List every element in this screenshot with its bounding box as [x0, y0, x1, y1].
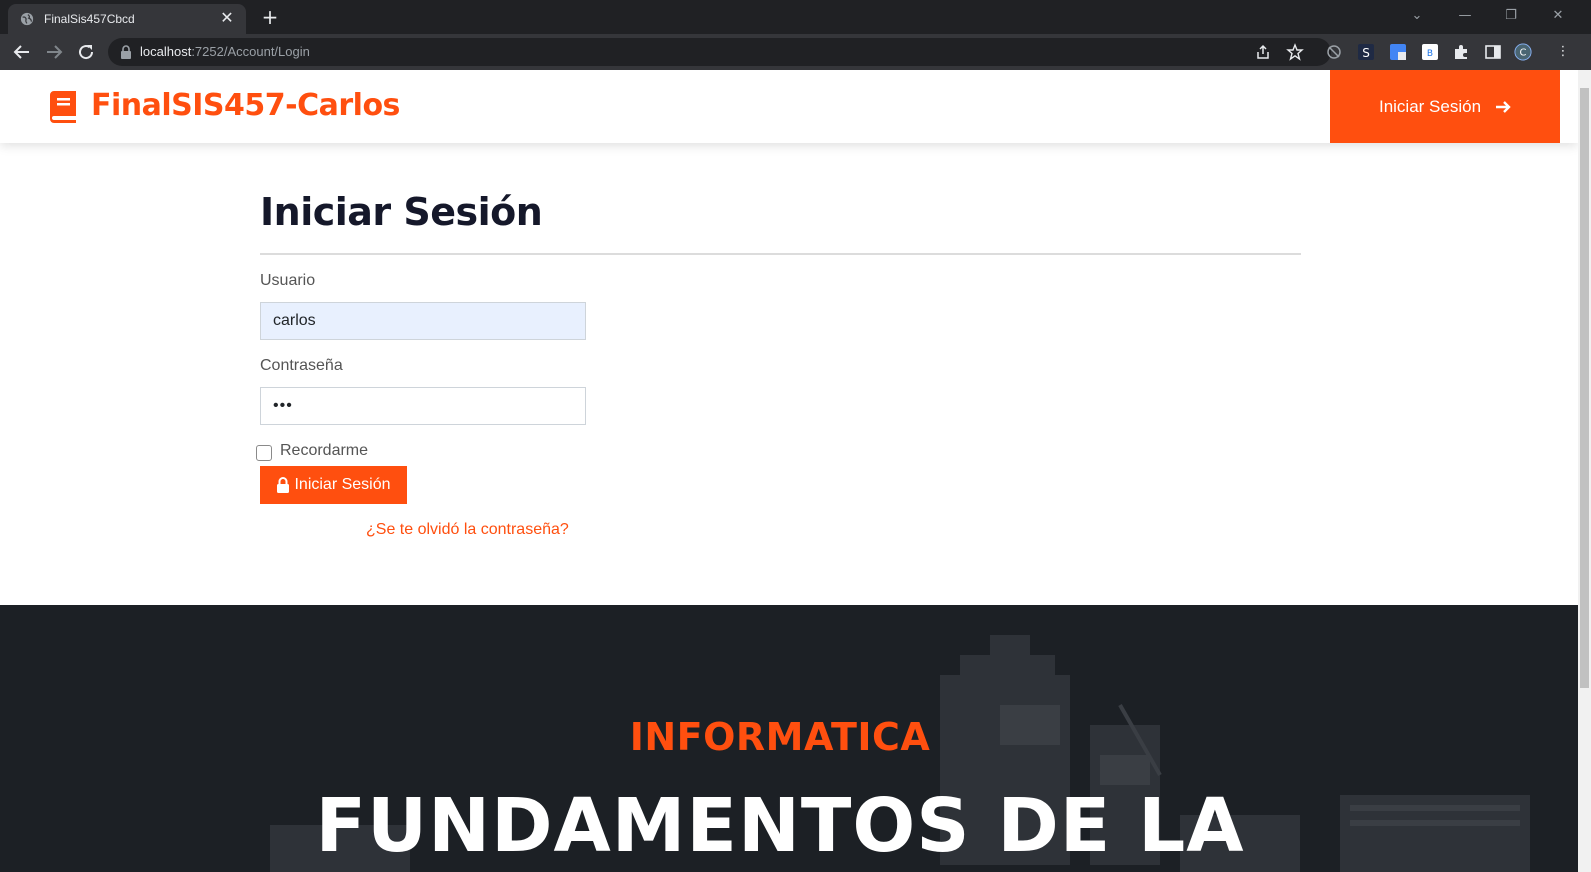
- page-scrollbar[interactable]: [1578, 70, 1591, 872]
- browser-toolbar: localhost:7252/Account/Login S B C ⋮: [0, 34, 1591, 70]
- star-bookmark-icon[interactable]: [1286, 43, 1304, 61]
- forgot-password-link[interactable]: ¿Se te olvidó la contraseña?: [366, 521, 569, 539]
- translate-extension-icon[interactable]: [1389, 43, 1407, 61]
- remember-label[interactable]: Recordarme: [280, 442, 368, 460]
- sync-extension-icon[interactable]: [1325, 43, 1343, 61]
- forward-arrow-icon[interactable]: [42, 40, 66, 64]
- username-input[interactable]: carlos: [260, 302, 586, 340]
- hero-section: INFORMATICA FUNDAMENTOS DE LA: [0, 605, 1578, 872]
- scrollbar-thumb[interactable]: [1580, 88, 1589, 688]
- minimize-icon[interactable]: —: [1450, 6, 1480, 26]
- lock-icon: [277, 477, 290, 493]
- password-input[interactable]: •••: [260, 387, 586, 425]
- login-submit-button[interactable]: Iniciar Sesión: [260, 466, 407, 504]
- b-extension-icon[interactable]: B: [1421, 43, 1439, 61]
- hero-subtitle: INFORMATICA: [629, 715, 931, 759]
- brand-title[interactable]: FinalSIS457-Carlos: [91, 88, 400, 123]
- nav-login-button[interactable]: Iniciar Sesión: [1330, 70, 1560, 143]
- s-extension-icon[interactable]: S: [1357, 43, 1375, 61]
- arrow-right-icon: [1496, 100, 1511, 113]
- username-label: Usuario: [260, 272, 316, 289]
- close-tab-icon[interactable]: ✕: [218, 9, 236, 27]
- globe-icon: [20, 12, 34, 26]
- window-close-icon[interactable]: ✕: [1543, 6, 1573, 26]
- tab-title: FinalSis457Cbcd: [44, 12, 135, 26]
- page-viewport: FinalSIS457-Carlos Iniciar Sesión Inicia…: [0, 70, 1578, 872]
- back-arrow-icon[interactable]: [10, 40, 34, 64]
- tab-search-icon[interactable]: ⌄: [1402, 6, 1432, 26]
- book-icon: [50, 91, 76, 123]
- reload-icon[interactable]: [74, 40, 98, 64]
- login-submit-label: Iniciar Sesión: [294, 476, 391, 493]
- restore-icon[interactable]: ❐: [1496, 6, 1526, 26]
- page-title: Iniciar Sesión: [260, 190, 543, 234]
- kebab-menu-icon[interactable]: ⋮: [1548, 42, 1578, 62]
- share-icon[interactable]: [1254, 43, 1272, 61]
- remember-checkbox[interactable]: [256, 445, 272, 461]
- svg-text:S: S: [1362, 46, 1370, 60]
- svg-text:C: C: [1520, 48, 1527, 59]
- browser-tab[interactable]: FinalSis457Cbcd ✕: [8, 4, 246, 34]
- profile-avatar-icon[interactable]: C: [1514, 43, 1532, 61]
- address-bar[interactable]: localhost:7252/Account/Login: [108, 38, 1331, 66]
- new-tab-icon[interactable]: +: [258, 6, 282, 30]
- password-label: Contraseña: [260, 357, 343, 374]
- title-divider: [260, 253, 1301, 255]
- side-panel-icon[interactable]: [1484, 43, 1502, 61]
- url-text: localhost:7252/Account/Login: [140, 44, 310, 59]
- lock-icon: [121, 45, 131, 59]
- svg-text:B: B: [1427, 49, 1433, 59]
- nav-login-label: Iniciar Sesión: [1378, 96, 1482, 116]
- browser-tabstrip: FinalSis457Cbcd ✕ + ⌄ — ❐ ✕: [0, 0, 1591, 34]
- hero-title: FUNDAMENTOS DE LA: [315, 783, 1245, 869]
- puzzle-extensions-icon[interactable]: [1452, 43, 1470, 61]
- site-navbar: FinalSIS457-Carlos Iniciar Sesión: [0, 70, 1578, 143]
